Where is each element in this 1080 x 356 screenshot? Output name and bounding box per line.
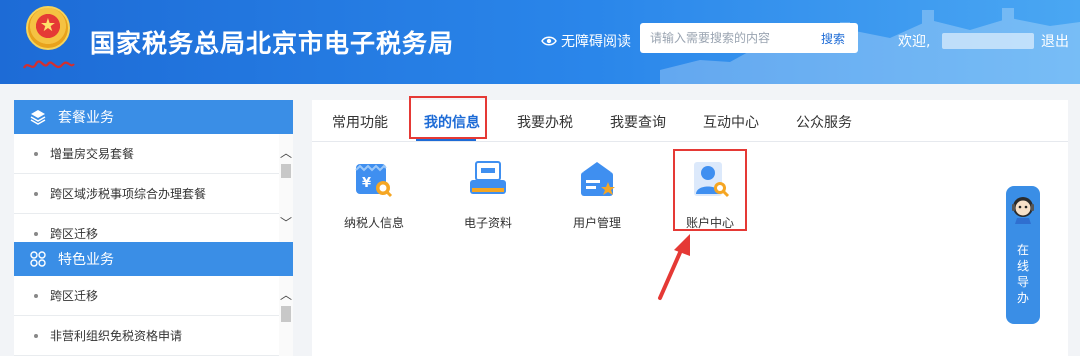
user-management-icon [581, 162, 615, 196]
featured-item-list: 跨区迁移 非营利组织免税资格申请 [14, 276, 279, 356]
robot-icon [1012, 197, 1034, 224]
sidebar-item-property-transaction-package[interactable]: 增量房交易套餐 [14, 134, 279, 174]
tab-common-functions[interactable]: 常用功能 [332, 112, 388, 132]
bullet-icon [34, 151, 38, 156]
bullet-icon [34, 333, 38, 338]
red-arrow-annotation-icon [658, 234, 690, 300]
tab-public-service[interactable]: 公众服务 [796, 112, 852, 132]
search-button[interactable]: 搜索 [808, 23, 858, 53]
accessibility-label: 无障碍阅读 [561, 34, 631, 50]
tile-user-management[interactable]: 用户管理 [552, 158, 642, 230]
bullet-icon [34, 293, 38, 298]
e-documents-icon [470, 161, 506, 194]
tile-e-documents[interactable]: 电子资料 [443, 158, 533, 230]
layers-icon [30, 110, 46, 125]
site-header: ★ 国家税务总局北京市电子税务局 无障碍阅读 搜索 欢迎, 退出 [0, 0, 1080, 84]
calligraphy-signature-icon [23, 60, 75, 69]
accessibility-reading-link[interactable]: 无障碍阅读 [541, 31, 631, 51]
scroll-thumb[interactable] [281, 164, 291, 178]
online-guide-button[interactable]: 在 线 导 办 [1006, 186, 1040, 324]
highlight-box-tab [409, 96, 487, 139]
sidebar-item-cross-region-migration[interactable]: 跨区迁移 [14, 214, 279, 242]
featured-scrollbar[interactable]: ︿ [279, 276, 293, 356]
tab-query[interactable]: 我要查询 [610, 112, 666, 132]
sidebar-group-label: 套餐业务 [58, 110, 114, 126]
sidebar-item-cross-region-package[interactable]: 跨区域涉税事项综合办理套餐 [14, 174, 279, 214]
sidebar-item-cross-region-migration[interactable]: 跨区迁移 [14, 276, 279, 316]
scroll-up-icon[interactable]: ︿ [279, 288, 293, 302]
tile-label: 用户管理 [572, 216, 621, 230]
online-guide-label: 在 线 导 办 [1016, 243, 1029, 305]
sidebar-group-featured[interactable]: 特色业务 [14, 242, 293, 276]
logout-link[interactable]: 退出 [1041, 31, 1069, 51]
scroll-down-icon[interactable]: ﹀ [279, 216, 293, 230]
package-scrollbar[interactable]: ︿ ﹀ [279, 134, 293, 242]
scroll-up-icon[interactable]: ︿ [279, 146, 293, 160]
package-item-list: 增量房交易套餐 跨区域涉税事项综合办理套餐 跨区迁移 [14, 134, 279, 242]
tile-taxpayer-info[interactable]: ¥ 纳税人信息 [329, 158, 419, 230]
tile-label: 纳税人信息 [343, 216, 404, 230]
redacted-username [942, 33, 1034, 49]
tile-label: 电子资料 [463, 216, 512, 230]
grid-cross-icon [30, 251, 46, 267]
taxpayer-info-icon: ¥ [355, 164, 393, 198]
eye-icon [541, 36, 557, 46]
search-input[interactable] [640, 23, 808, 53]
sidebar-group-package[interactable]: 套餐业务 [14, 100, 293, 134]
sidebar-group-label: 特色业务 [58, 252, 114, 268]
site-title: 国家税务总局北京市电子税务局 [90, 29, 455, 58]
tab-tax-handling[interactable]: 我要办税 [517, 112, 573, 132]
highlight-box-account-center [673, 149, 747, 231]
sidebar-item-nonprofit-exemption[interactable]: 非营利组织免税资格申请 [14, 316, 279, 356]
scroll-thumb[interactable] [281, 306, 291, 322]
bullet-icon [34, 231, 38, 236]
tax-bureau-emblem-logo[interactable]: ★ [18, 6, 78, 78]
welcome-text: 欢迎, [898, 34, 931, 50]
svg-text:¥: ¥ [362, 176, 371, 191]
tab-interaction-center[interactable]: 互动中心 [703, 112, 759, 132]
bullet-icon [34, 191, 38, 196]
left-sidebar: 套餐业务 增量房交易套餐 跨区域涉税事项综合办理套餐 跨区迁移 ︿ ﹀ 特色业务 [14, 100, 293, 356]
main-panel: 常用功能 我的信息 我要办税 我要查询 互动中心 公众服务 ¥ 纳税人信息 电子… [312, 96, 1068, 356]
